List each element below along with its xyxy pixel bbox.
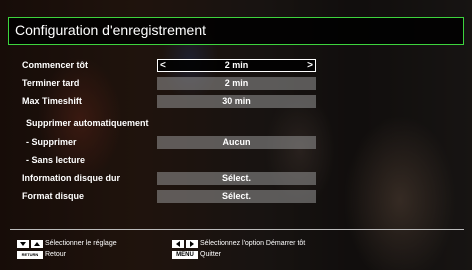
left-right-keys-icon: [172, 240, 198, 248]
label-delete: - Supprimer: [26, 137, 77, 147]
delete-selector[interactable]: Aucun: [157, 136, 316, 149]
arrow-left-icon[interactable]: <: [160, 60, 166, 71]
start-early-value: 2 min: [224, 60, 249, 70]
footer-return: Retour: [45, 251, 67, 258]
end-late-selector[interactable]: 2 min: [157, 77, 316, 90]
label-auto-delete: Supprimer automatiquement: [26, 118, 149, 128]
hdd-info-button[interactable]: Sélect.: [157, 172, 316, 185]
delete-value: Aucun: [222, 137, 251, 147]
return-key-icon: RETURN: [17, 251, 43, 259]
arrow-right-icon[interactable]: >: [307, 60, 313, 71]
label-unplayed: - Sans lecture: [26, 155, 86, 165]
footer-quit: Quitter: [200, 251, 222, 258]
label-format-disk: Format disque: [22, 191, 85, 201]
end-late-value: 2 min: [224, 78, 249, 88]
label-max-timeshift: Max Timeshift: [22, 96, 82, 106]
start-early-selector[interactable]: < 2 min >: [157, 59, 316, 72]
tv-screen: Configuration d'enregistrement Commencer…: [0, 0, 472, 270]
label-end-late: Terminer tard: [22, 78, 80, 88]
label-hdd-info: Information disque dur: [22, 173, 120, 183]
up-down-keys-icon: [17, 240, 43, 248]
max-timeshift-value: 30 min: [222, 96, 251, 106]
hdd-info-value: Sélect.: [221, 173, 252, 183]
format-disk-value: Sélect.: [221, 191, 252, 201]
format-disk-button[interactable]: Sélect.: [157, 190, 316, 203]
footer-divider: [10, 229, 464, 230]
title-bar: Configuration d'enregistrement: [8, 17, 464, 45]
footer-select-option: Sélectionnez l'option Démarrer tôt: [200, 240, 306, 247]
label-start-early: Commencer tôt: [22, 60, 89, 70]
max-timeshift-selector[interactable]: 30 min: [157, 95, 316, 108]
page-title: Configuration d'enregistrement: [15, 22, 207, 38]
footer-select-setting: Sélectionner le réglage: [45, 240, 117, 247]
menu-key-icon: MENU: [172, 251, 198, 259]
